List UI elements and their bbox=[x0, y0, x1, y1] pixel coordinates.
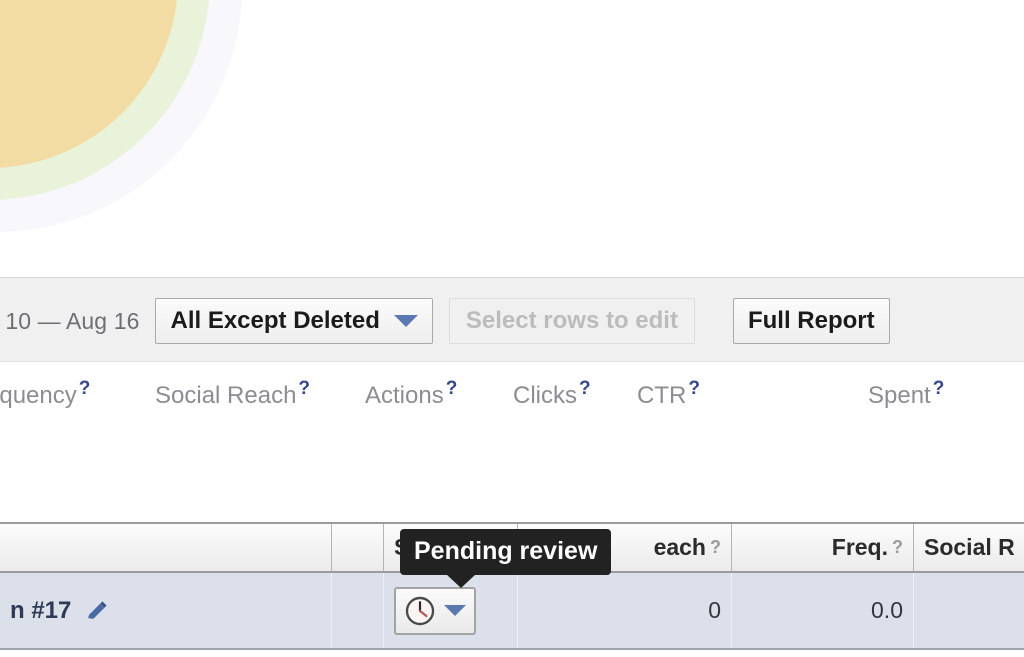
screenshot-root: g 10 — Aug 16 All Except Deleted Select … bbox=[0, 0, 1024, 657]
filter-toolbar: g 10 — Aug 16 All Except Deleted Select … bbox=[0, 277, 1024, 362]
status-tooltip: Pending review bbox=[400, 529, 612, 588]
campaign-name-label: n #17 bbox=[10, 596, 72, 624]
toolbar-controls: g 10 — Aug 16 All Except Deleted Select … bbox=[0, 298, 890, 344]
cell-frequency: 0.0 bbox=[732, 573, 914, 648]
chevron-down-icon[interactable] bbox=[444, 605, 466, 616]
help-icon[interactable]: ? bbox=[892, 537, 903, 558]
date-range-label: g 10 — Aug 16 bbox=[0, 307, 140, 334]
metric-spent: Spent? bbox=[868, 378, 945, 409]
table-row[interactable]: n #17 0 0.0 bbox=[0, 573, 1024, 650]
cell-social-reach bbox=[914, 573, 1024, 648]
cell-campaign[interactable]: n #17 bbox=[0, 573, 332, 648]
tooltip-arrow bbox=[446, 574, 476, 588]
clock-icon bbox=[404, 595, 436, 627]
th-campaign[interactable] bbox=[0, 524, 332, 571]
filter-button-label: All Except Deleted bbox=[170, 307, 380, 334]
select-rows-to-edit-button[interactable]: Select rows to edit bbox=[448, 298, 695, 344]
cell-reach: 0 bbox=[518, 573, 732, 648]
chevron-down-icon bbox=[393, 315, 418, 327]
metric-column-header: equency? Social Reach? Actions? Clicks? … bbox=[0, 378, 1024, 424]
th-social-reach[interactable]: Social R bbox=[914, 524, 1024, 571]
help-icon[interactable]: ? bbox=[710, 537, 721, 558]
metric-social-reach: Social Reach? bbox=[155, 378, 311, 409]
th-spacer bbox=[332, 524, 384, 571]
full-report-button[interactable]: Full Report bbox=[732, 298, 890, 344]
help-icon[interactable]: ? bbox=[579, 378, 591, 399]
all-except-deleted-filter-button[interactable]: All Except Deleted bbox=[155, 298, 433, 344]
status-dropdown-button[interactable] bbox=[394, 586, 476, 635]
tooltip-text: Pending review bbox=[414, 537, 598, 565]
th-frequency[interactable]: Freq.? bbox=[732, 524, 914, 571]
help-icon[interactable]: ? bbox=[933, 378, 945, 399]
help-icon[interactable]: ? bbox=[79, 378, 91, 399]
select-rows-label: Select rows to edit bbox=[465, 307, 678, 334]
help-icon[interactable]: ? bbox=[446, 378, 458, 399]
metric-frequency: equency? bbox=[0, 378, 91, 409]
help-icon[interactable]: ? bbox=[688, 378, 700, 399]
help-icon[interactable]: ? bbox=[298, 378, 310, 399]
full-report-label: Full Report bbox=[747, 307, 875, 334]
metric-clicks: Clicks? bbox=[513, 378, 591, 409]
metric-actions: Actions? bbox=[365, 378, 458, 409]
pencil-icon[interactable] bbox=[85, 599, 109, 623]
cell-spacer bbox=[332, 573, 384, 648]
metric-ctr: CTR? bbox=[637, 378, 700, 409]
